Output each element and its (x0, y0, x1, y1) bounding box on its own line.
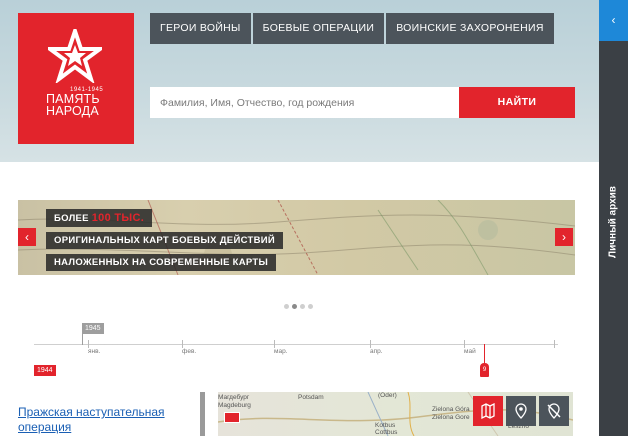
timeline-marker[interactable]: 9 (480, 363, 489, 377)
timeline-month: апр. (370, 348, 383, 355)
chevron-left-icon[interactable]: ‹ (599, 0, 628, 41)
banner-caption: БОЛЕЕ 100 ТЫС. ОРИГИНАЛЬНЫХ КАРТ БОЕВЫХ … (46, 208, 284, 274)
carousel-dot[interactable] (284, 304, 289, 309)
timeline-tick (182, 340, 183, 348)
timeline-tick (274, 340, 275, 348)
timeline-marker-line (484, 344, 485, 363)
personal-archive-panel[interactable]: ‹ Личный архив (599, 0, 628, 436)
tab-operations[interactable]: БОЕВЫЕ ОПЕРАЦИИ (252, 13, 385, 44)
timeline-month: фев. (182, 348, 197, 355)
site-logo[interactable]: 1941-1945 ПАМЯТЬ НАРОДА (18, 13, 134, 144)
timeline-year-bottom[interactable]: 1944 (34, 365, 56, 376)
search-bar: НАЙТИ (150, 87, 575, 118)
banner-line-3: НАЛОЖЕННЫХ НА СОВРЕМЕННЫЕ КАРТЫ (46, 254, 277, 271)
location-pin-icon[interactable] (506, 396, 536, 426)
personal-archive-label[interactable]: Личный архив (608, 186, 619, 258)
promo-banner[interactable]: БОЛЕЕ 100 ТЫС. ОРИГИНАЛЬНЫХ КАРТ БОЕВЫХ … (18, 200, 575, 275)
timeline-axis (34, 344, 558, 345)
map-fold-icon[interactable] (473, 396, 503, 426)
carousel-dot-active[interactable] (292, 304, 297, 309)
star-icon (48, 29, 102, 83)
search-input[interactable] (150, 87, 459, 118)
chevron-right-icon[interactable]: › (555, 228, 573, 246)
main-nav: ГЕРОИ ВОЙНЫ БОЕВЫЕ ОПЕРАЦИИ ВОИНСКИЕ ЗАХ… (150, 13, 556, 44)
banner-line-1-prefix: БОЛЕЕ (54, 213, 92, 224)
map-place: Potsdam (298, 394, 324, 401)
map-place: Cottbus (375, 429, 398, 436)
tab-heroes[interactable]: ГЕРОИ ВОЙНЫ (150, 13, 251, 44)
panel-divider (200, 392, 205, 436)
carousel-dot[interactable] (308, 304, 313, 309)
logo-title: ПАМЯТЬ НАРОДА (46, 93, 100, 118)
carousel-dots (284, 304, 313, 309)
chevron-left-icon[interactable]: ‹ (18, 228, 36, 246)
map-place: (Oder) (378, 392, 397, 399)
logo-title-line2: НАРОДА (46, 104, 99, 118)
map-place: Магдебург (218, 394, 250, 401)
timeline-year-top[interactable]: 1945 (82, 323, 104, 334)
timeline-year-top-line (82, 333, 83, 345)
map-flag (224, 412, 240, 423)
map-place: Kotbus (375, 422, 396, 429)
banner-line-1: БОЛЕЕ 100 ТЫС. (46, 209, 153, 227)
timeline-month: янв. (88, 348, 101, 355)
carousel-dot[interactable] (300, 304, 305, 309)
map-place: Zielona Gore (432, 414, 470, 421)
timeline[interactable]: янв. фев. мар. апр. май 1945 1944 9 (34, 320, 558, 380)
timeline-month: май (464, 348, 476, 355)
tab-burials[interactable]: ВОИНСКИЕ ЗАХОРОНЕНИЯ (386, 13, 554, 44)
no-location-icon[interactable] (539, 396, 569, 426)
timeline-tick (464, 340, 465, 348)
banner-line-2: ОРИГИНАЛЬНЫХ КАРТ БОЕВЫХ ДЕЙСТВИЙ (46, 232, 284, 249)
timeline-tick (88, 340, 89, 348)
timeline-tick (370, 340, 371, 348)
banner-highlight: 100 ТЫС. (91, 212, 145, 224)
operation-link[interactable]: Пражская наступательная операция (18, 405, 188, 435)
map-place: Magdeburg (218, 402, 251, 409)
search-button[interactable]: НАЙТИ (459, 87, 575, 118)
hero-header: 1941-1945 ПАМЯТЬ НАРОДА ГЕРОИ ВОЙНЫ БОЕВ… (0, 0, 599, 162)
timeline-month: мар. (274, 348, 288, 355)
timeline-tick (554, 340, 555, 348)
map-place: Zielona Góra (432, 406, 470, 413)
